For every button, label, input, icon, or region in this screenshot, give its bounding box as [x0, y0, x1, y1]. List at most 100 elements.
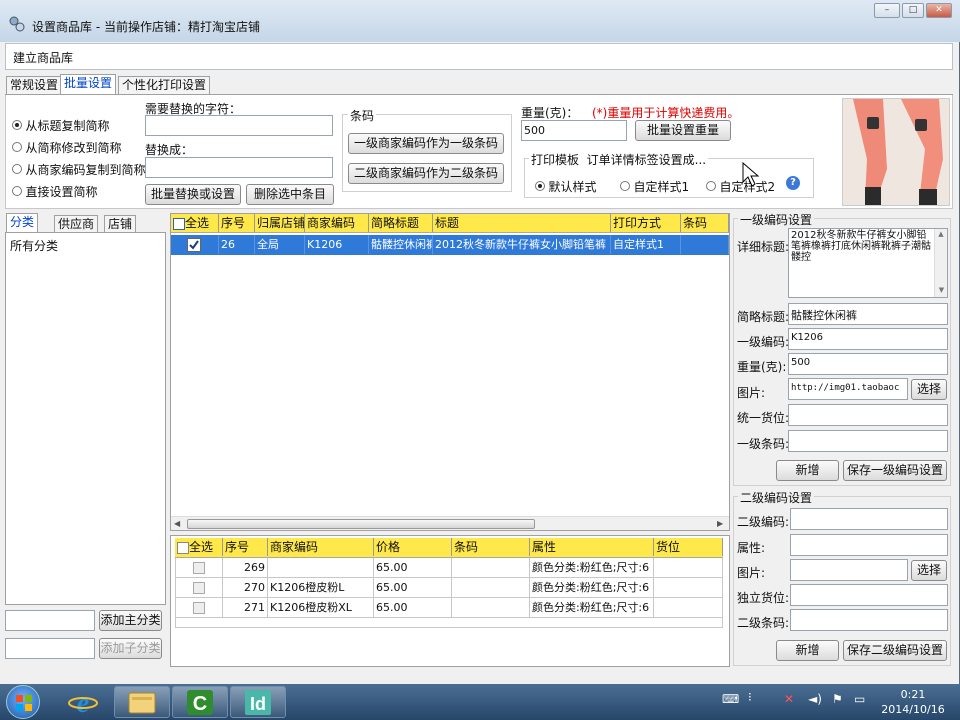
start-button[interactable]	[6, 685, 40, 719]
level1-code-input[interactable]: K1206	[788, 328, 948, 350]
row-checkbox[interactable]	[193, 562, 205, 574]
indesign-taskbar-button[interactable]: Id	[230, 686, 286, 718]
col-variant-index[interactable]: 序号	[223, 538, 268, 556]
detail-title-textarea[interactable]: 2012秋冬新款牛仔裤女小脚铅笔裤橡裤打底休闲裤靴裤子潮骷髅控 ▲ ▼	[788, 228, 948, 298]
table-row[interactable]: 270 K1206橙皮粉L 65.00 颜色分类:粉红色;尺寸:6	[175, 578, 723, 598]
tab-general[interactable]: 常规设置	[6, 76, 63, 94]
level2-image-input[interactable]	[790, 559, 908, 581]
tab-category[interactable]: 分类	[6, 213, 39, 233]
scroll-left-arrow-icon[interactable]: ◀	[174, 519, 180, 528]
level2-code-input[interactable]	[790, 508, 948, 530]
sub-category-input[interactable]	[5, 638, 95, 659]
delete-selected-button[interactable]: 删除选中条目	[246, 184, 334, 205]
save-level2-button[interactable]: 保存二级编码设置	[843, 640, 947, 661]
col-variant-attr[interactable]: 属性	[530, 538, 654, 556]
camtasia-taskbar-button[interactable]: C	[172, 686, 228, 718]
main-category-input[interactable]	[5, 610, 95, 631]
weight-input[interactable]: 500	[521, 120, 627, 141]
batch-set-weight-button[interactable]: 批量设置重量	[635, 120, 731, 141]
radio-default-style[interactable]: 默认样式	[535, 178, 597, 195]
col-print[interactable]: 打印方式	[611, 214, 681, 232]
menu-item-build-library[interactable]: 建立商品库	[13, 49, 73, 66]
category-tree[interactable]: 所有分类	[5, 232, 166, 605]
add-main-category-button[interactable]: 添加主分类	[99, 610, 162, 631]
level2-choose-image-button[interactable]: 选择	[911, 560, 947, 581]
table-row[interactable]: 26 全局 K1206 骷髅控休闲裤 2012秋冬新款牛仔裤女小脚铅笔裤 自定样…	[171, 235, 729, 255]
col-shop[interactable]: 归属店铺	[255, 214, 305, 232]
radio-short-to-short[interactable]: 从简称修改到简称	[12, 139, 122, 156]
scrollbar-thumb[interactable]	[187, 519, 535, 529]
level1-barcode-input[interactable]	[788, 430, 948, 452]
tab-print-custom[interactable]: 个性化打印设置	[118, 76, 211, 94]
keyboard-icon[interactable]: ⌨	[722, 692, 739, 706]
attr-input[interactable]	[790, 534, 948, 556]
add-sub-category-button[interactable]: 添加子分类	[99, 638, 162, 659]
tab-supplier[interactable]: 供应商	[54, 215, 99, 233]
maximize-button[interactable]: □	[902, 3, 924, 18]
level1-code-as-barcode-button[interactable]: 一级商家编码作为一级条码	[348, 133, 504, 154]
display-icon[interactable]: ▭	[854, 692, 865, 706]
radio-button[interactable]	[706, 181, 716, 191]
horizontal-scrollbar[interactable]: ◀ ▶	[171, 516, 729, 530]
radio-title-to-short[interactable]: 从标题复制简称	[12, 117, 110, 134]
level2-location-input[interactable]	[790, 584, 948, 606]
radio-button[interactable]	[12, 186, 22, 196]
col-code[interactable]: 商家编码	[305, 214, 369, 232]
tab-shop[interactable]: 店铺	[104, 215, 137, 233]
col-short-title[interactable]: 简略标题	[369, 214, 433, 232]
col-barcode[interactable]: 条码	[681, 214, 729, 232]
col-variant-location[interactable]: 货位	[654, 538, 723, 556]
explorer-taskbar-button[interactable]	[114, 686, 170, 718]
radio-button[interactable]	[12, 164, 22, 174]
table-row[interactable]: 271 K1206橙皮粉XL 65.00 颜色分类:粉红色;尺寸:6	[175, 598, 723, 618]
col-variant-barcode[interactable]: 条码	[452, 538, 530, 556]
replace-input[interactable]	[145, 115, 333, 136]
row-checkbox-cell[interactable]	[175, 598, 223, 617]
radio-custom-style2[interactable]: 自定样式2	[706, 178, 775, 195]
col-variant-price[interactable]: 价格	[374, 538, 452, 556]
weight-field-input[interactable]: 500	[788, 353, 948, 375]
scroll-down-arrow-icon[interactable]: ▼	[935, 285, 947, 296]
tree-item-all-categories[interactable]: 所有分类	[10, 237, 58, 254]
tray-overflow-icon[interactable]: ⁝	[748, 690, 752, 704]
select-all-checkbox[interactable]	[173, 217, 185, 230]
col-title[interactable]: 标题	[433, 214, 611, 232]
batch-replace-button[interactable]: 批量替换或设置	[145, 184, 241, 205]
choose-image-button[interactable]: 选择	[911, 379, 947, 400]
short-title-input[interactable]: 骷髅控休闲裤	[788, 303, 948, 325]
checkbox-checked-icon[interactable]	[187, 238, 201, 252]
radio-custom-style1[interactable]: 自定样式1	[620, 178, 689, 195]
row-checkbox-cell[interactable]	[171, 235, 219, 254]
level2-code-as-barcode-button[interactable]: 二级商家编码作为二级条码	[348, 163, 504, 184]
volume-icon[interactable]: ◄)	[808, 692, 822, 706]
replace-with-input[interactable]	[145, 157, 333, 178]
tab-batch[interactable]: 批量设置	[60, 74, 117, 95]
ie-taskbar-button[interactable]: e	[58, 686, 108, 719]
variant-select-all-checkbox[interactable]	[177, 541, 189, 554]
network-warning-icon[interactable]: ✕	[784, 692, 794, 706]
select-all-header[interactable]: 全选	[171, 214, 219, 232]
row-checkbox-cell[interactable]	[175, 558, 223, 577]
vertical-scrollbar[interactable]: ▲ ▼	[934, 229, 947, 297]
col-index[interactable]: 序号	[219, 214, 255, 232]
image-url-input[interactable]: http://img01.taobaoc	[788, 378, 908, 400]
radio-button[interactable]	[12, 120, 22, 130]
variant-select-all-header[interactable]: 全选	[175, 538, 223, 556]
radio-button[interactable]	[12, 142, 22, 152]
radio-button[interactable]	[535, 181, 545, 191]
help-icon[interactable]: ?	[786, 176, 800, 190]
level2-barcode-input[interactable]	[790, 609, 948, 631]
radio-code-to-short[interactable]: 从商家编码复制到简称	[12, 161, 146, 178]
row-checkbox[interactable]	[193, 602, 205, 614]
scroll-right-arrow-icon[interactable]: ▶	[717, 519, 723, 528]
col-variant-code[interactable]: 商家编码	[268, 538, 374, 556]
clock[interactable]: 0:21 2014/10/16	[878, 687, 948, 717]
level1-add-button[interactable]: 新增	[776, 460, 839, 481]
level2-add-button[interactable]: 新增	[776, 640, 839, 661]
minimize-button[interactable]: –	[874, 3, 900, 18]
row-checkbox[interactable]	[193, 582, 205, 594]
row-checkbox-cell[interactable]	[175, 578, 223, 597]
radio-direct-short[interactable]: 直接设置简称	[12, 183, 98, 200]
table-row[interactable]: 269 65.00 颜色分类:粉红色;尺寸:6	[175, 558, 723, 578]
flag-icon[interactable]: ⚑	[832, 692, 843, 706]
